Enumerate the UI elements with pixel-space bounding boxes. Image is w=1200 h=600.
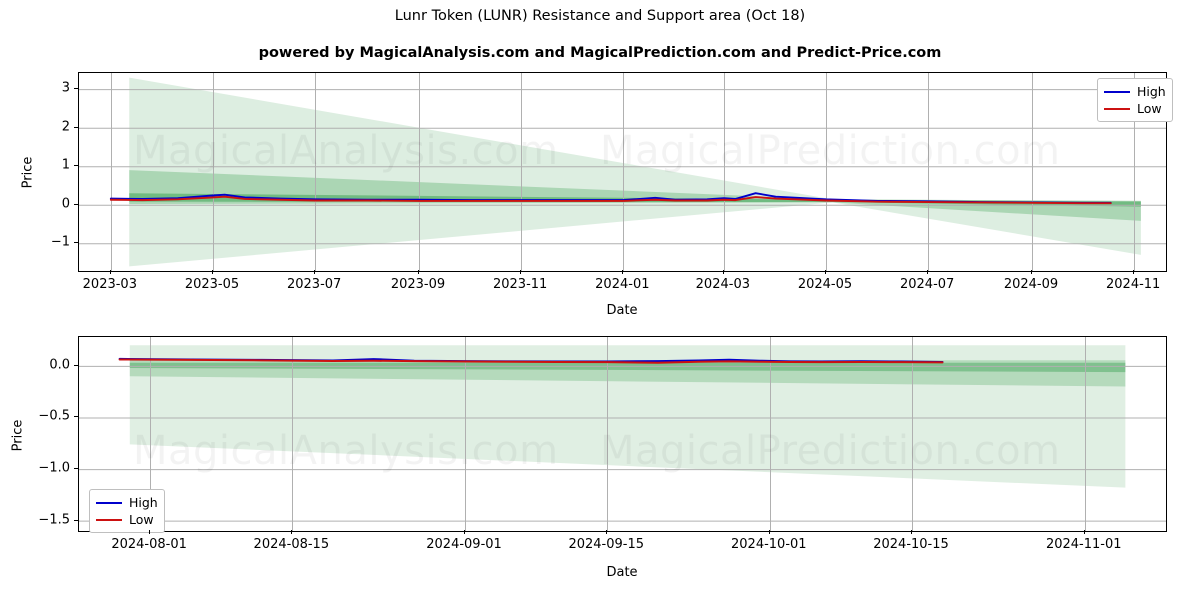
legend-swatch-low-line bbox=[1104, 107, 1130, 110]
lower-xtick-label: 2024-11-01 bbox=[1045, 537, 1122, 552]
lower-ytick-mark bbox=[74, 520, 78, 521]
upper-ytick-label: 1 bbox=[61, 157, 70, 173]
lower-xtick-label: 2024-09-15 bbox=[568, 537, 645, 552]
upper-xtick-label: 2023-11 bbox=[492, 277, 548, 292]
upper-ytick-mark bbox=[74, 204, 78, 205]
chart-figure: Lunr Token (LUNR) Resistance and Support… bbox=[0, 0, 1200, 600]
upper-ytick-mark bbox=[74, 127, 78, 128]
legend-label-high: High bbox=[129, 494, 158, 510]
upper-band-outer bbox=[129, 77, 1141, 267]
upper-xtick-label: 2023-09 bbox=[390, 277, 446, 292]
lower-ytick-mark bbox=[74, 468, 78, 469]
upper-xtick-label: 2024-03 bbox=[695, 277, 750, 292]
upper-ytick-label: 0 bbox=[61, 196, 70, 212]
upper-xtick-mark bbox=[1031, 270, 1032, 274]
lower-y-axis-label: Price bbox=[10, 419, 26, 452]
upper-xtick-mark bbox=[212, 270, 213, 274]
upper-ytick-mark bbox=[74, 242, 78, 243]
upper-xtick-mark bbox=[1133, 270, 1134, 274]
legend-item-high-lower: High bbox=[96, 494, 158, 511]
lower-ytick-mark bbox=[74, 365, 78, 366]
upper-ytick-label: −1 bbox=[50, 234, 70, 250]
lower-ytick-label: −0.5 bbox=[38, 408, 70, 424]
upper-xtick-mark bbox=[927, 270, 928, 274]
upper-ytick-label: 3 bbox=[61, 80, 70, 96]
upper-x-axis-label: Date bbox=[606, 303, 638, 318]
legend-item-low: Low bbox=[1104, 100, 1166, 117]
upper-xtick-label: 2024-01 bbox=[595, 277, 650, 292]
lower-x-axis-label: Date bbox=[606, 565, 638, 580]
upper-legend: High Low bbox=[1097, 78, 1173, 122]
legend-swatch-high-line bbox=[1104, 90, 1130, 93]
upper-xtick-label: 2024-11 bbox=[1106, 277, 1161, 292]
lower-xtick-mark bbox=[606, 530, 607, 534]
lower-xtick-mark bbox=[291, 530, 292, 534]
lower-xtick-mark bbox=[464, 530, 465, 534]
upper-ytick-mark bbox=[74, 165, 78, 166]
lower-xtick-mark bbox=[1084, 530, 1085, 534]
upper-xtick-label: 2023-05 bbox=[184, 277, 240, 292]
lower-chart-axes bbox=[78, 336, 1167, 532]
legend-swatch-low-line bbox=[96, 518, 122, 521]
upper-xtick-mark bbox=[622, 270, 623, 274]
legend-swatch-high-line bbox=[96, 501, 122, 504]
upper-chart-axes bbox=[78, 72, 1167, 272]
lower-plot-surface bbox=[79, 337, 1166, 531]
upper-ytick-label: 2 bbox=[61, 119, 70, 135]
legend-item-low-lower: Low bbox=[96, 511, 158, 528]
lower-ytick-label: −1.0 bbox=[38, 460, 70, 476]
upper-xtick-mark bbox=[520, 270, 521, 274]
lower-xtick-label: 2024-09-01 bbox=[426, 537, 502, 552]
lower-ytick-label: 0.0 bbox=[49, 357, 70, 373]
lower-legend: High Low bbox=[89, 489, 165, 533]
lower-xtick-label: 2024-08-15 bbox=[253, 537, 330, 552]
upper-xtick-label: 2023-07 bbox=[286, 277, 342, 292]
upper-xtick-label: 2024-05 bbox=[797, 277, 853, 292]
upper-ytick-mark bbox=[74, 88, 78, 89]
legend-label-high: High bbox=[1137, 83, 1166, 99]
upper-xtick-label: 2024-09 bbox=[1003, 277, 1059, 292]
lower-ytick-mark bbox=[74, 416, 78, 417]
lower-xtick-mark bbox=[149, 530, 150, 534]
legend-label-low: Low bbox=[1137, 100, 1162, 116]
chart-title: Lunr Token (LUNR) Resistance and Support… bbox=[394, 8, 806, 24]
lower-xtick-label: 2024-10-15 bbox=[873, 537, 949, 552]
upper-xtick-mark bbox=[723, 270, 724, 274]
chart-subtitle: powered by MagicalAnalysis.com and Magic… bbox=[258, 45, 942, 61]
lower-ytick-label: −1.5 bbox=[38, 512, 70, 528]
upper-xtick-label: 2023-03 bbox=[82, 277, 137, 292]
lower-xtick-mark bbox=[769, 530, 770, 534]
upper-xtick-mark bbox=[110, 270, 111, 274]
lower-xtick-label: 2024-08-01 bbox=[111, 537, 187, 552]
lower-xtick-mark bbox=[911, 530, 912, 534]
legend-item-high: High bbox=[1104, 83, 1166, 100]
upper-xtick-label: 2024-07 bbox=[899, 277, 955, 292]
legend-label-low: Low bbox=[129, 511, 154, 527]
upper-plot-surface bbox=[79, 73, 1166, 271]
upper-xtick-mark bbox=[825, 270, 826, 274]
upper-xtick-mark bbox=[418, 270, 419, 274]
upper-xtick-mark bbox=[314, 270, 315, 274]
lower-xtick-label: 2024-10-01 bbox=[731, 537, 807, 552]
